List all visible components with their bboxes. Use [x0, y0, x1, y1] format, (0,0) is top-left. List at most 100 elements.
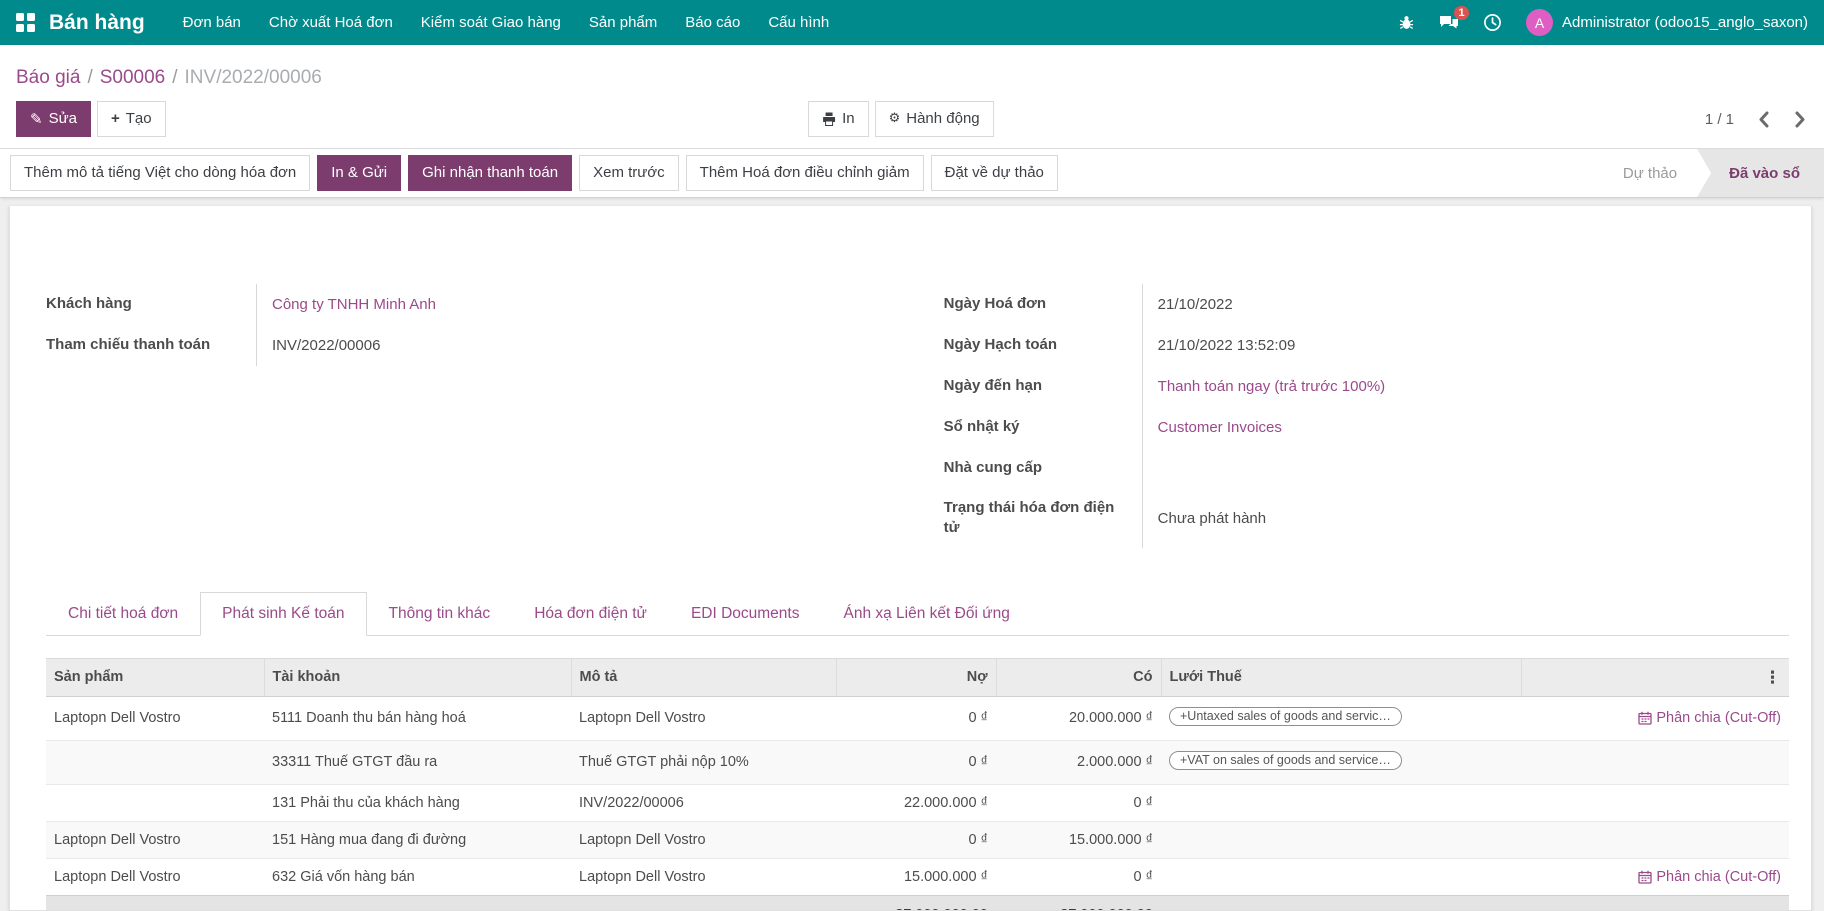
- optional-columns-toggle-icon[interactable]: ⋮: [1764, 669, 1781, 686]
- field-value-link[interactable]: Thanh toán ngay (trả trước 100%): [1158, 378, 1386, 395]
- tax-grid-tag[interactable]: +Untaxed sales of goods and servic…: [1169, 707, 1402, 726]
- navbar-menu-item[interactable]: Chờ xuất Hoá đơn: [255, 0, 407, 45]
- navbar-menu-item[interactable]: Sản phẩm: [575, 0, 671, 45]
- control-panel: Báo giá/S00006/INV/2022/00006 ✎ Sửa + Tạ…: [0, 45, 1824, 148]
- form-view-background: Khách hàng Công ty TNHH Minh Anh Tham ch…: [0, 198, 1824, 911]
- pager-previous-button[interactable]: [1756, 109, 1771, 130]
- notebook-tab[interactable]: Ánh xạ Liên kết Đối ứng: [821, 592, 1031, 636]
- cutoff-link[interactable]: Phân chia (Cut-Off): [1638, 710, 1781, 726]
- statusbar-action-button[interactable]: Thêm Hoá đơn điều chỉnh giảm: [686, 155, 924, 191]
- form-sheet: Khách hàng Công ty TNHH Minh Anh Tham ch…: [9, 206, 1812, 911]
- statusbar-action-button[interactable]: In & Gửi: [317, 155, 401, 191]
- cell-credit: 20.000.000 ₫: [996, 696, 1161, 740]
- breadcrumb-current: INV/2022/00006: [185, 67, 322, 88]
- activities-clock-icon[interactable]: [1483, 13, 1502, 32]
- field-label: Tham chiếu thanh toán: [46, 325, 256, 366]
- form-left-group: Khách hàng Công ty TNHH Minh Anh Tham ch…: [46, 284, 865, 548]
- cell-account: 33311 Thuế GTGT đầu ra: [264, 740, 571, 784]
- calendar-icon: [1638, 711, 1652, 725]
- cell-tax-grid: [1161, 821, 1521, 858]
- navbar-menu-item[interactable]: Cấu hình: [754, 0, 843, 45]
- notebook-tab[interactable]: EDI Documents: [669, 592, 822, 636]
- status-state[interactable]: Đã vào sổ: [1697, 149, 1824, 197]
- column-header-product[interactable]: Sản phẩm: [46, 658, 264, 696]
- toolbar-center-group: In ⚙ Hành động: [808, 101, 994, 137]
- form-right-group: Ngày Hoá đơn 21/10/2022 Ngày Hạch toán 2…: [944, 284, 1789, 548]
- debug-bug-icon[interactable]: [1398, 14, 1415, 31]
- field-label: Nhà cung cấp: [944, 448, 1142, 489]
- field-value-link[interactable]: Công ty TNHH Minh Anh: [272, 296, 436, 313]
- journal-items-table: Sản phẩm Tài khoản Mô tả Nợ Có Lưới Thuế…: [46, 658, 1789, 911]
- create-button[interactable]: + Tạo: [97, 101, 166, 137]
- field-value: INV/2022/00006: [256, 325, 865, 366]
- statusbar-action-button[interactable]: Ghi nhận thanh toán: [408, 155, 572, 191]
- statusbar-action-button[interactable]: Thêm mô tả tiếng Việt cho dòng hóa đơn: [10, 155, 310, 191]
- notebook-tab[interactable]: Phát sinh Kế toán: [200, 592, 366, 636]
- edit-button[interactable]: ✎ Sửa: [16, 101, 91, 137]
- field-value: Chưa phát hành: [1142, 489, 1789, 548]
- journal-item-row[interactable]: Laptopn Dell Vostro 5111 Doanh thu bán h…: [46, 696, 1789, 740]
- journal-item-row[interactable]: Laptopn Dell Vostro 151 Hàng mua đang đi…: [46, 821, 1789, 858]
- field-label: Sổ nhật ký: [944, 407, 1142, 448]
- cell-description: Laptopn Dell Vostro: [571, 821, 836, 858]
- table-header-row: Sản phẩm Tài khoản Mô tả Nợ Có Lưới Thuế…: [46, 658, 1789, 696]
- column-header-extra: ⋮: [1521, 658, 1789, 696]
- print-button[interactable]: In: [808, 101, 869, 137]
- breadcrumb-link-order[interactable]: S00006: [100, 67, 166, 88]
- cell-debit: 15.000.000 ₫: [836, 858, 996, 895]
- journal-item-row[interactable]: Laptopn Dell Vostro 632 Giá vốn hàng bán…: [46, 858, 1789, 895]
- table-body: Laptopn Dell Vostro 5111 Doanh thu bán h…: [46, 696, 1789, 895]
- journal-item-row[interactable]: 33311 Thuế GTGT đầu ra Thuế GTGT phải nộ…: [46, 740, 1789, 784]
- column-header-debit[interactable]: Nợ: [836, 658, 996, 696]
- cutoff-link[interactable]: Phân chia (Cut-Off): [1638, 869, 1781, 885]
- user-avatar: A: [1526, 9, 1553, 36]
- user-name: Administrator (odoo15_anglo_saxon): [1562, 14, 1808, 31]
- column-header-tax-grid[interactable]: Lưới Thuế: [1161, 658, 1521, 696]
- breadcrumb-separator: /: [80, 67, 99, 88]
- cell-account: 5111 Doanh thu bán hàng hoá: [264, 696, 571, 740]
- column-header-account[interactable]: Tài khoản: [264, 658, 571, 696]
- messages-badge: 1: [1454, 6, 1469, 20]
- navbar-right: 1 A Administrator (odoo15_anglo_saxon): [1398, 9, 1808, 36]
- statusbar-action-button[interactable]: Đặt về dự thảo: [931, 155, 1058, 191]
- field-label: Ngày đến hạn: [944, 366, 1142, 407]
- app-name[interactable]: Bán hàng: [49, 11, 145, 35]
- notebook-tab[interactable]: Chi tiết hoá đơn: [46, 592, 200, 636]
- navbar-menu-item[interactable]: Đơn bán: [169, 0, 255, 45]
- statusbar-action-button[interactable]: Xem trước: [579, 155, 679, 191]
- apps-grid-icon[interactable]: [16, 13, 35, 32]
- tax-grid-tag[interactable]: +VAT on sales of goods and service…: [1169, 751, 1402, 770]
- notebook-tabs: Chi tiết hoá đơnPhát sinh Kế toánThông t…: [46, 592, 1789, 636]
- total-credit: 37.000.000,00: [996, 895, 1161, 911]
- cell-cutoff: [1521, 740, 1789, 784]
- column-header-description[interactable]: Mô tả: [571, 658, 836, 696]
- messages-icon[interactable]: 1: [1439, 14, 1459, 32]
- notebook-tab[interactable]: Thông tin khác: [367, 592, 513, 636]
- cell-description: Laptopn Dell Vostro: [571, 696, 836, 740]
- breadcrumb-link-quotes[interactable]: Báo giá: [16, 67, 80, 88]
- user-menu[interactable]: A Administrator (odoo15_anglo_saxon): [1526, 9, 1808, 36]
- field-value: [1142, 448, 1789, 489]
- printer-icon: [822, 112, 836, 126]
- cell-account: 151 Hàng mua đang đi đường: [264, 821, 571, 858]
- field-value-link[interactable]: Customer Invoices: [1158, 419, 1282, 436]
- field-label: Ngày Hạch toán: [944, 325, 1142, 366]
- journal-item-row[interactable]: 131 Phải thu của khách hàng INV/2022/000…: [46, 784, 1789, 821]
- cell-product: Laptopn Dell Vostro: [46, 821, 264, 858]
- table-total-row: 37.000.000,00 37.000.000,00: [46, 895, 1789, 911]
- status-state[interactable]: Dự thảo: [1603, 149, 1697, 197]
- notebook-tab[interactable]: Hóa đơn điện tử: [512, 592, 669, 636]
- navbar-menu-item[interactable]: Kiểm soát Giao hàng: [407, 0, 575, 45]
- pager-next-button[interactable]: [1793, 109, 1808, 130]
- navbar-menu-item[interactable]: Báo cáo: [671, 0, 754, 45]
- breadcrumb: Báo giá/S00006/INV/2022/00006: [16, 67, 1808, 89]
- cell-tax-grid: +Untaxed sales of goods and servic…: [1161, 696, 1521, 740]
- cell-description: Thuế GTGT phải nộp 10%: [571, 740, 836, 784]
- field-value: 21/10/2022: [1142, 284, 1789, 325]
- cell-debit: 0 ₫: [836, 740, 996, 784]
- form-fields: Khách hàng Công ty TNHH Minh Anh Tham ch…: [46, 206, 1789, 548]
- cell-credit: 2.000.000 ₫: [996, 740, 1161, 784]
- navbar-menu: Đơn bánChờ xuất Hoá đơnKiểm soát Giao hà…: [169, 0, 844, 45]
- column-header-credit[interactable]: Có: [996, 658, 1161, 696]
- action-button[interactable]: ⚙ Hành động: [875, 101, 994, 137]
